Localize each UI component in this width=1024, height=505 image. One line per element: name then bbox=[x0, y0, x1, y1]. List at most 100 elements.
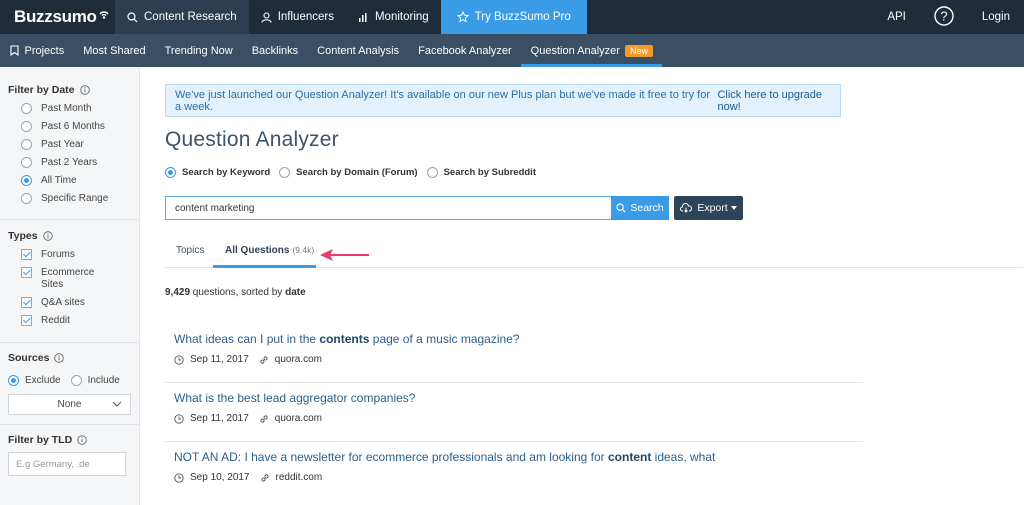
nav-login[interactable]: Login bbox=[968, 11, 1024, 23]
new-badge: New bbox=[624, 44, 653, 57]
subnav-projects[interactable]: Projects bbox=[0, 34, 74, 67]
question-date: Sep 11, 2017 bbox=[190, 413, 249, 424]
radio-button[interactable] bbox=[21, 193, 32, 204]
question-source[interactable]: quora.com bbox=[259, 413, 322, 424]
date-option-past-2-years[interactable]: Past 2 Years bbox=[21, 157, 139, 175]
checkbox-checked[interactable] bbox=[21, 267, 32, 278]
question-text: NOT AN AD: I have a newsletter for ecomm… bbox=[174, 450, 608, 464]
mode-label: Search by Keyword bbox=[182, 167, 271, 178]
subnav-trending-now[interactable]: Trending Now bbox=[155, 34, 242, 67]
tab-all-questions[interactable]: All Questions (9.4k) bbox=[225, 245, 314, 256]
subnav-facebook-analyzer[interactable]: Facebook Analyzer bbox=[409, 34, 522, 67]
subnav-most-shared[interactable]: Most Shared bbox=[74, 34, 155, 67]
radio-button-selected[interactable] bbox=[165, 167, 176, 178]
svg-text:?: ? bbox=[940, 8, 947, 23]
nav-influencers-label: Influencers bbox=[277, 11, 334, 23]
nav-monitoring-label: Monitoring bbox=[374, 11, 429, 23]
tab-count: (9.4k) bbox=[292, 245, 315, 255]
nav-influencers[interactable]: Influencers bbox=[249, 0, 346, 34]
radio-button[interactable] bbox=[21, 157, 32, 168]
mode-keyword[interactable]: Search by Keyword bbox=[165, 167, 270, 178]
chevron-down-icon bbox=[112, 400, 122, 411]
radio-button[interactable] bbox=[21, 103, 32, 114]
radio-button[interactable] bbox=[426, 167, 438, 178]
export-button[interactable]: Export bbox=[674, 196, 743, 220]
radio-button[interactable] bbox=[279, 167, 291, 178]
subnav-most-shared-label: Most Shared bbox=[83, 44, 146, 57]
search-input[interactable]: content marketing bbox=[165, 196, 611, 220]
checkbox-checked[interactable] bbox=[21, 315, 32, 326]
exclude-label: Exclude bbox=[25, 374, 61, 386]
question-text: What ideas can I put in the bbox=[174, 332, 320, 346]
tab-all-questions-label: All Questions bbox=[225, 245, 290, 256]
checkbox-checked[interactable] bbox=[21, 297, 32, 308]
question-title[interactable]: What ideas can I put in the contents pag… bbox=[174, 332, 520, 346]
date-option-label: Specific Range bbox=[41, 193, 109, 204]
subnav-facebook-analyzer-label: Facebook Analyzer bbox=[418, 44, 512, 57]
info-icon[interactable] bbox=[42, 231, 53, 241]
tld-placeholder: E.g Germany, .de bbox=[16, 458, 90, 470]
nav-api-label: API bbox=[887, 11, 906, 23]
link-icon bbox=[259, 414, 269, 424]
checkbox-checked[interactable] bbox=[21, 249, 32, 260]
radio-button[interactable] bbox=[21, 121, 32, 132]
type-reddit[interactable]: Reddit bbox=[21, 315, 139, 333]
tab-topics[interactable]: Topics bbox=[176, 245, 204, 256]
info-icon[interactable] bbox=[77, 435, 87, 445]
question-title[interactable]: What is the best lead aggregator compani… bbox=[174, 391, 415, 405]
date-option-specific-range[interactable]: Specific Range bbox=[21, 193, 139, 211]
question-keyword: content bbox=[607, 450, 652, 464]
top-navigation: Buzzsumo Content Research Influencers Mo… bbox=[0, 0, 1024, 34]
sources-label: Sources bbox=[8, 352, 50, 364]
type-forums[interactable]: Forums bbox=[21, 249, 139, 267]
caret-down-icon bbox=[730, 206, 737, 210]
question-item: What ideas can I put in the contents pag… bbox=[165, 324, 863, 383]
subnav-projects-label: Projects bbox=[24, 44, 65, 57]
date-option-past-year[interactable]: Past Year bbox=[21, 139, 139, 157]
search-button[interactable]: Search bbox=[611, 196, 669, 220]
help-button[interactable]: ? bbox=[920, 5, 968, 29]
info-icon[interactable] bbox=[79, 85, 90, 95]
date-option-past-6-months[interactable]: Past 6 Months bbox=[21, 121, 139, 139]
subnav-question-analyzer[interactable]: Question Analyzer New bbox=[521, 34, 663, 67]
info-icon[interactable] bbox=[54, 353, 65, 363]
tld-input[interactable]: E.g Germany, .de bbox=[8, 452, 126, 476]
star-icon bbox=[456, 11, 469, 23]
buzzsumo-logo[interactable]: Buzzsumo bbox=[0, 0, 115, 34]
filter-by-date-label: Filter by Date bbox=[8, 84, 75, 96]
type-ecommerce-sites[interactable]: Ecommerce bbox=[21, 267, 139, 279]
mode-domain[interactable]: Search by Domain (Forum) bbox=[279, 167, 418, 178]
radio-button-selected[interactable] bbox=[21, 175, 32, 186]
question-item: What is the best lead aggregator compani… bbox=[165, 383, 863, 442]
question-source[interactable]: quora.com bbox=[259, 354, 322, 365]
nav-try-pro[interactable]: Try BuzzSumo Pro bbox=[440, 0, 587, 34]
upgrade-link[interactable]: Click here to upgrade now! bbox=[717, 89, 840, 113]
nav-content-research[interactable]: Content Research bbox=[115, 0, 249, 34]
mode-label: Search by Subreddit bbox=[443, 167, 536, 178]
mode-subreddit[interactable]: Search by Subreddit bbox=[426, 167, 536, 178]
subnav-backlinks[interactable]: Backlinks bbox=[242, 34, 307, 67]
logo-text: Buzzsumo bbox=[14, 7, 97, 26]
sources-select[interactable]: None bbox=[8, 394, 131, 415]
subnav-content-analysis-label: Content Analysis bbox=[317, 44, 400, 57]
type-label: Ecommerce bbox=[41, 267, 95, 278]
active-tab-indicator bbox=[213, 265, 316, 268]
question-meta: Sep 11, 2017 quora.com bbox=[174, 413, 322, 424]
nav-api[interactable]: API bbox=[873, 11, 920, 23]
question-date: Sep 11, 2017 bbox=[190, 354, 249, 365]
question-source[interactable]: reddit.com bbox=[260, 472, 322, 483]
nav-monitoring[interactable]: Monitoring bbox=[346, 0, 441, 34]
search-icon bbox=[127, 11, 138, 23]
question-text: What is the best lead aggregator compani… bbox=[174, 391, 416, 405]
mode-label: Search by Domain (Forum) bbox=[296, 167, 418, 178]
type-qa-sites[interactable]: Q&A sites bbox=[21, 297, 139, 315]
help-icon: ? bbox=[934, 5, 954, 29]
radio-include[interactable] bbox=[70, 374, 82, 386]
date-option-all-time[interactable]: All Time bbox=[21, 175, 139, 193]
date-option-past-month[interactable]: Past Month bbox=[21, 103, 139, 121]
subnav-content-analysis[interactable]: Content Analysis bbox=[308, 34, 409, 67]
question-title[interactable]: NOT AN AD: I have a newsletter for ecomm… bbox=[174, 450, 715, 464]
radio-exclude[interactable] bbox=[8, 374, 19, 386]
date-option-label: Past 2 Years bbox=[41, 157, 98, 168]
radio-button[interactable] bbox=[21, 139, 32, 150]
